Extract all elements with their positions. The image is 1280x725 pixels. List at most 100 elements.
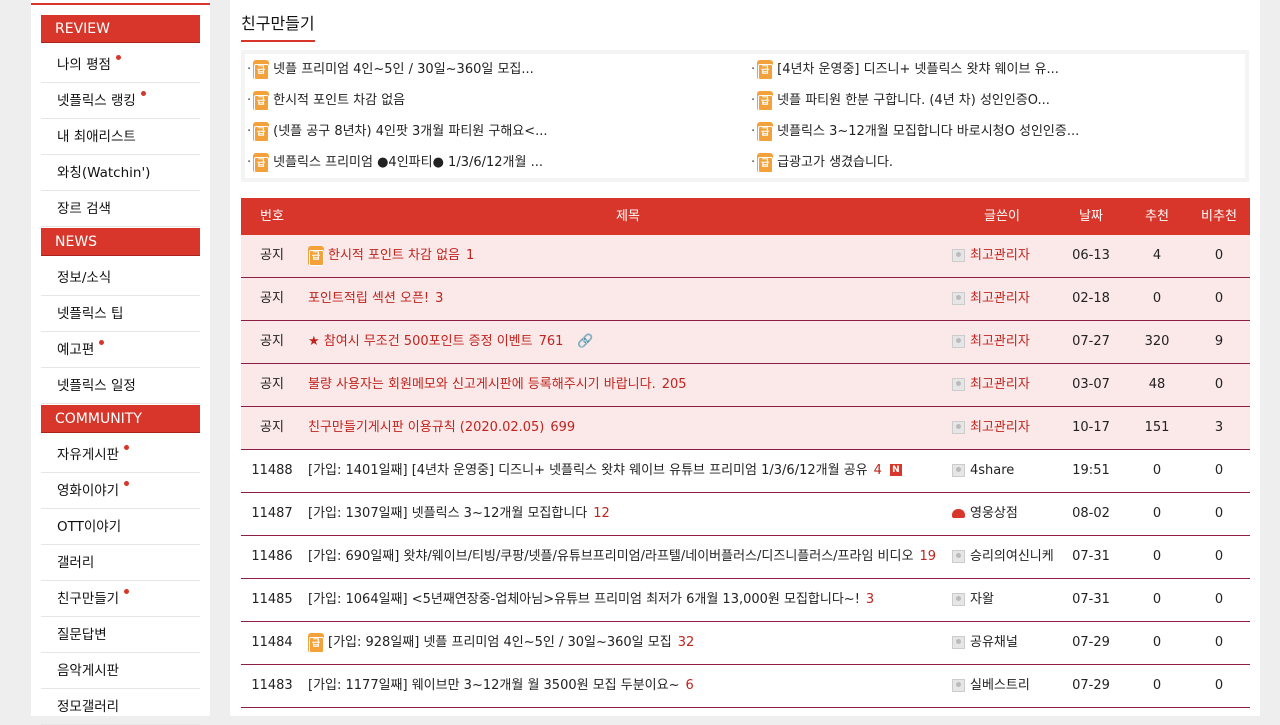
- post-title-link[interactable]: [가입: 690일째] 왓챠/웨이브/티빙/쿠팡/넷플/유튜브프리미엄/라프텔/…: [308, 549, 913, 564]
- author-name[interactable]: 실베스트리: [970, 678, 1030, 693]
- author-name[interactable]: 공유채널: [970, 635, 1018, 650]
- table-row[interactable]: 11483 [가입: 1177일째] 웨이브만 3~12개월 월 3500원 모집…: [241, 665, 1250, 708]
- featured-post-link[interactable]: · 급 급광고가 생겼습니다.: [751, 151, 893, 175]
- post-title-cell[interactable]: 친구만들기게시판 이용규칙 (2020.02.05) 699: [308, 407, 948, 449]
- author-cell[interactable]: 자왈: [952, 579, 1062, 621]
- sidebar-item[interactable]: 질문답변: [41, 618, 200, 653]
- sidebar-item-label: 넷플릭스 랭킹: [57, 93, 136, 109]
- post-date: 19:51: [1072, 463, 1110, 478]
- post-title-cell[interactable]: [가입: 1064일째] <5년째연장중-업체아님>유튜브 프리미엄 최저가 6…: [308, 579, 948, 621]
- table-row[interactable]: 11488 [가입: 1401일째] [4년차 운영중] 디즈니+ 넷플릭스 왓챠…: [241, 450, 1250, 493]
- post-title-cell[interactable]: [가입: 690일째] 왓챠/웨이브/티빙/쿠팡/넷플/유튜브프리미엄/라프텔/…: [308, 536, 948, 578]
- author-cell[interactable]: 최고관리자: [952, 407, 1062, 449]
- table-row[interactable]: 공지 ★ 참여시 무조건 500포인트 증정 이벤트 761 🔗 최고관리자 07-27 3…: [241, 321, 1250, 364]
- post-title-link[interactable]: [가입: 928일째] 넷플 프리미엄 4인~5인 / 30일~360일 모집: [328, 635, 672, 650]
- post-title-link[interactable]: 포인트적립 섹션 오픈!: [308, 291, 429, 306]
- post-title-link[interactable]: 한시적 포인트 차감 없음: [328, 248, 460, 263]
- post-title-link[interactable]: 친구만들기게시판 이용규칙 (2020.02.05): [308, 420, 544, 435]
- recommend-count: 0: [1152, 678, 1162, 693]
- author-avatar-icon: [952, 636, 965, 649]
- recommend-count: 0: [1152, 463, 1162, 478]
- post-title-cell[interactable]: [가입: 1307일째] 넷플릭스 3~12개월 모집합니다 12: [308, 493, 948, 535]
- table-row[interactable]: 11487 [가입: 1307일째] 넷플릭스 3~12개월 모집합니다 12 영웅상…: [241, 493, 1250, 536]
- post-title-cell[interactable]: 포인트적립 섹션 오픈! 3: [308, 278, 948, 320]
- post-title-cell[interactable]: [가입: 1177일째] 웨이브만 3~12개월 월 3500원 모집 두분이요…: [308, 665, 948, 707]
- recommend-count: 48: [1148, 377, 1166, 392]
- comment-count: 1: [466, 248, 475, 263]
- post-number: 공지: [260, 334, 284, 349]
- author-cell[interactable]: 4share: [952, 450, 1062, 492]
- featured-posts-list: · 급 넷플 프리미엄 4인~5인 / 30일~360일 모집... · 급 [4년차 운…: [245, 54, 1245, 178]
- featured-post-link[interactable]: · 급 (넷플 공구 8년차) 4인팟 3개월 파티원 구해요<...: [247, 120, 548, 144]
- author-name[interactable]: 최고관리자: [970, 420, 1030, 435]
- post-title-cell[interactable]: 급 한시적 포인트 차감 없음 1: [308, 235, 948, 277]
- author-name[interactable]: 승리의여신니케: [970, 549, 1054, 564]
- author-name[interactable]: 최고관리자: [970, 248, 1030, 263]
- post-title-cell[interactable]: 급 [가입: 928일째] 넷플 프리미엄 4인~5인 / 30일~360일 모집…: [308, 622, 948, 664]
- post-title-cell[interactable]: 불량 사용자는 회원메모와 신고게시판에 등록해주시기 바랍니다. 205: [308, 364, 948, 406]
- author-name[interactable]: 최고관리자: [970, 334, 1030, 349]
- sidebar-item[interactable]: 예고편: [41, 333, 200, 368]
- table-row[interactable]: 11485 [가입: 1064일째] <5년째연장중-업체아님>유튜브 프리미엄 …: [241, 579, 1250, 622]
- sidebar-item[interactable]: 넷플릭스 팁: [41, 297, 200, 332]
- post-title-cell[interactable]: ★ 참여시 무조건 500포인트 증정 이벤트 761 🔗: [308, 321, 948, 363]
- featured-post-title: 넷플릭스 프리미엄 ●4인파티● 1/3/6/12개월 ...: [273, 155, 543, 170]
- sidebar-item[interactable]: 장르 검색: [41, 192, 200, 227]
- author-avatar-icon: [952, 507, 965, 520]
- author-name[interactable]: 4share: [970, 463, 1014, 478]
- sidebar-item[interactable]: 갤러리: [41, 546, 200, 581]
- author-name[interactable]: 영웅상점: [970, 506, 1018, 521]
- post-title-link[interactable]: [가입: 1401일째] [4년차 운영중] 디즈니+ 넷플릭스 왓챠 웨이브 …: [308, 463, 868, 478]
- sidebar-item[interactable]: OTT이야기: [41, 510, 200, 545]
- table-row[interactable]: 공지 친구만들기게시판 이용규칙 (2020.02.05) 699 최고관리자 10-1…: [241, 407, 1250, 450]
- sidebar-item[interactable]: 영화이야기: [41, 474, 200, 509]
- post-number: 공지: [260, 291, 284, 306]
- post-title-link[interactable]: 불량 사용자는 회원메모와 신고게시판에 등록해주시기 바랍니다.: [308, 377, 656, 392]
- featured-post-link[interactable]: · 급 넷플릭스 프리미엄 ●4인파티● 1/3/6/12개월 ...: [247, 151, 543, 175]
- sidebar-item[interactable]: 넷플릭스 일정: [41, 369, 200, 404]
- featured-post-link[interactable]: · 급 넷플 프리미엄 4인~5인 / 30일~360일 모집...: [247, 58, 534, 82]
- author-cell[interactable]: 공유채널: [952, 622, 1062, 664]
- sidebar-item[interactable]: 자유게시판: [41, 438, 200, 473]
- post-title-link[interactable]: [가입: 1307일째] 넷플릭스 3~12개월 모집합니다: [308, 506, 587, 521]
- not-recommend-count: 0: [1214, 506, 1224, 521]
- author-name[interactable]: 최고관리자: [970, 291, 1030, 306]
- sidebar-item[interactable]: 정모갤러리: [41, 690, 200, 725]
- author-cell[interactable]: 최고관리자: [952, 321, 1062, 363]
- sidebar-item[interactable]: 와칭(Watchin'): [41, 156, 200, 191]
- table-row[interactable]: 11486 [가입: 690일째] 왓챠/웨이브/티빙/쿠팡/넷플/유튜브프리미엄…: [241, 536, 1250, 579]
- sidebar-item[interactable]: 친구만들기: [41, 582, 200, 617]
- post-title-link[interactable]: [가입: 1064일째] <5년째연장중-업체아님>유튜브 프리미엄 최저가 6…: [308, 592, 860, 607]
- author-cell[interactable]: 영웅상점: [952, 493, 1062, 535]
- post-title-link[interactable]: ★ 참여시 무조건 500포인트 증정 이벤트: [308, 334, 533, 349]
- comment-count: 12: [593, 506, 610, 521]
- table-row[interactable]: 공지 급 한시적 포인트 차감 없음 1 최고관리자 06-13 4 0: [241, 235, 1250, 278]
- sidebar-item[interactable]: 넷플릭스 랭킹: [41, 84, 200, 119]
- post-title-link[interactable]: [가입: 1177일째] 웨이브만 3~12개월 월 3500원 모집 두분이요…: [308, 678, 680, 693]
- table-row[interactable]: 11484 급 [가입: 928일째] 넷플 프리미엄 4인~5인 / 30일~36…: [241, 622, 1250, 665]
- sidebar-item[interactable]: 정보/소식: [41, 261, 200, 296]
- not-recommend-count: 0: [1214, 248, 1224, 263]
- recommend-count: 0: [1152, 549, 1162, 564]
- featured-post-link[interactable]: · 급 넷플릭스 3~12개월 모집합니다 바로시청O 성인인증...: [751, 120, 1079, 144]
- table-row[interactable]: 공지 불량 사용자는 회원메모와 신고게시판에 등록해주시기 바랍니다. 205 최고…: [241, 364, 1250, 407]
- new-badge-icon: N: [889, 464, 902, 476]
- sidebar-item[interactable]: 내 최애리스트: [41, 120, 200, 155]
- sidebar-item[interactable]: 나의 평점: [41, 48, 200, 83]
- featured-post-link[interactable]: · 급 [4년차 운영중] 디즈니+ 넷플릭스 왓챠 웨이브 유...: [751, 58, 1059, 82]
- author-name[interactable]: 최고관리자: [970, 377, 1030, 392]
- author-name[interactable]: 자왈: [970, 592, 994, 607]
- link-icon[interactable]: 🔗: [577, 321, 593, 363]
- author-cell[interactable]: 실베스트리: [952, 665, 1062, 707]
- author-cell[interactable]: 최고관리자: [952, 235, 1062, 277]
- author-cell[interactable]: 승리의여신니케: [952, 536, 1062, 578]
- featured-post-link[interactable]: · 급 넷플 파티원 한분 구합니다. (4년 차) 성인인증O...: [751, 89, 1050, 113]
- post-title-cell[interactable]: [가입: 1401일째] [4년차 운영중] 디즈니+ 넷플릭스 왓챠 웨이브 …: [308, 450, 948, 492]
- sidebar-item[interactable]: 음악게시판: [41, 654, 200, 689]
- featured-post-title: 넷플 프리미엄 4인~5인 / 30일~360일 모집...: [273, 62, 534, 77]
- featured-post-link[interactable]: · 급 한시적 포인트 차감 없음: [247, 89, 405, 113]
- author-cell[interactable]: 최고관리자: [952, 364, 1062, 406]
- table-row[interactable]: 공지 포인트적립 섹션 오픈! 3 최고관리자 02-18 0 0: [241, 278, 1250, 321]
- author-cell[interactable]: 최고관리자: [952, 278, 1062, 320]
- post-number: 공지: [260, 420, 284, 435]
